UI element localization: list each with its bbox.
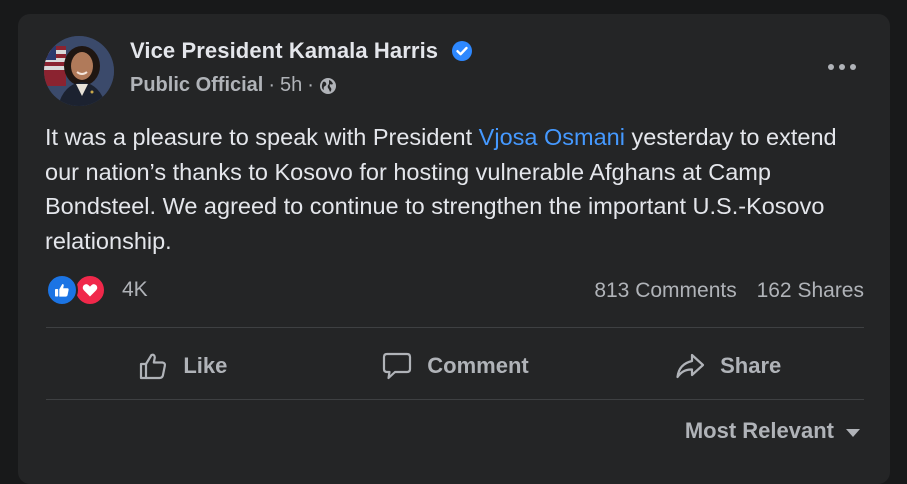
reaction-count[interactable]: 4K (122, 278, 148, 302)
caret-down-icon (846, 429, 860, 437)
comments-sort-dropdown[interactable]: Most Relevant (685, 418, 860, 444)
divider-bottom (46, 399, 864, 400)
avatar-image (44, 36, 114, 106)
divider-top (46, 327, 864, 328)
share-arrow-icon (676, 353, 705, 379)
like-button[interactable]: Like (46, 332, 319, 400)
verified-badge-icon (452, 41, 473, 61)
more-options-dot (828, 64, 834, 70)
comments-sort-label: Most Relevant (684, 418, 834, 443)
share-button[interactable]: Share (591, 332, 864, 400)
post-meta: Public Official · 5h · (130, 74, 337, 97)
comment-label: Comment (427, 353, 529, 378)
post-timestamp[interactable]: 5h (280, 74, 302, 97)
author-role[interactable]: Public Official (130, 74, 263, 97)
comments-count[interactable]: 813 Comments (594, 279, 736, 302)
author-name[interactable]: Vice President Kamala Harris (130, 38, 473, 64)
share-label: Share (720, 353, 782, 378)
post-text: It was a pleasure to speak with Presiden… (45, 120, 865, 258)
mention-link[interactable]: Vjosa Osmani (479, 124, 625, 150)
reactions-summary[interactable]: 4K (46, 274, 148, 306)
meta-separator: · (307, 74, 314, 96)
like-label: Like (183, 353, 228, 378)
post-actions: Like Comment Share (46, 332, 864, 400)
post-card: Vice President Kamala Harris Public Offi… (18, 14, 890, 484)
meta-separator: · (268, 74, 276, 96)
more-options-button[interactable] (822, 52, 862, 82)
like-reaction-icon (46, 274, 78, 306)
thumbs-up-icon (140, 353, 167, 380)
shares-count[interactable]: 162 Shares (757, 279, 864, 302)
post-text-before: It was a pleasure to speak with Presiden… (45, 124, 479, 150)
globe-icon[interactable] (319, 77, 337, 95)
comment-bubble-icon (383, 352, 412, 380)
comment-button[interactable]: Comment (319, 332, 592, 400)
more-options-dot (850, 64, 856, 70)
love-reaction-icon (74, 274, 106, 306)
author-name-text[interactable]: Vice President Kamala Harris (130, 38, 438, 63)
more-options-dot (839, 64, 845, 70)
engagement-stats: 813 Comments 162 Shares (594, 279, 864, 303)
author-avatar[interactable] (44, 36, 114, 106)
